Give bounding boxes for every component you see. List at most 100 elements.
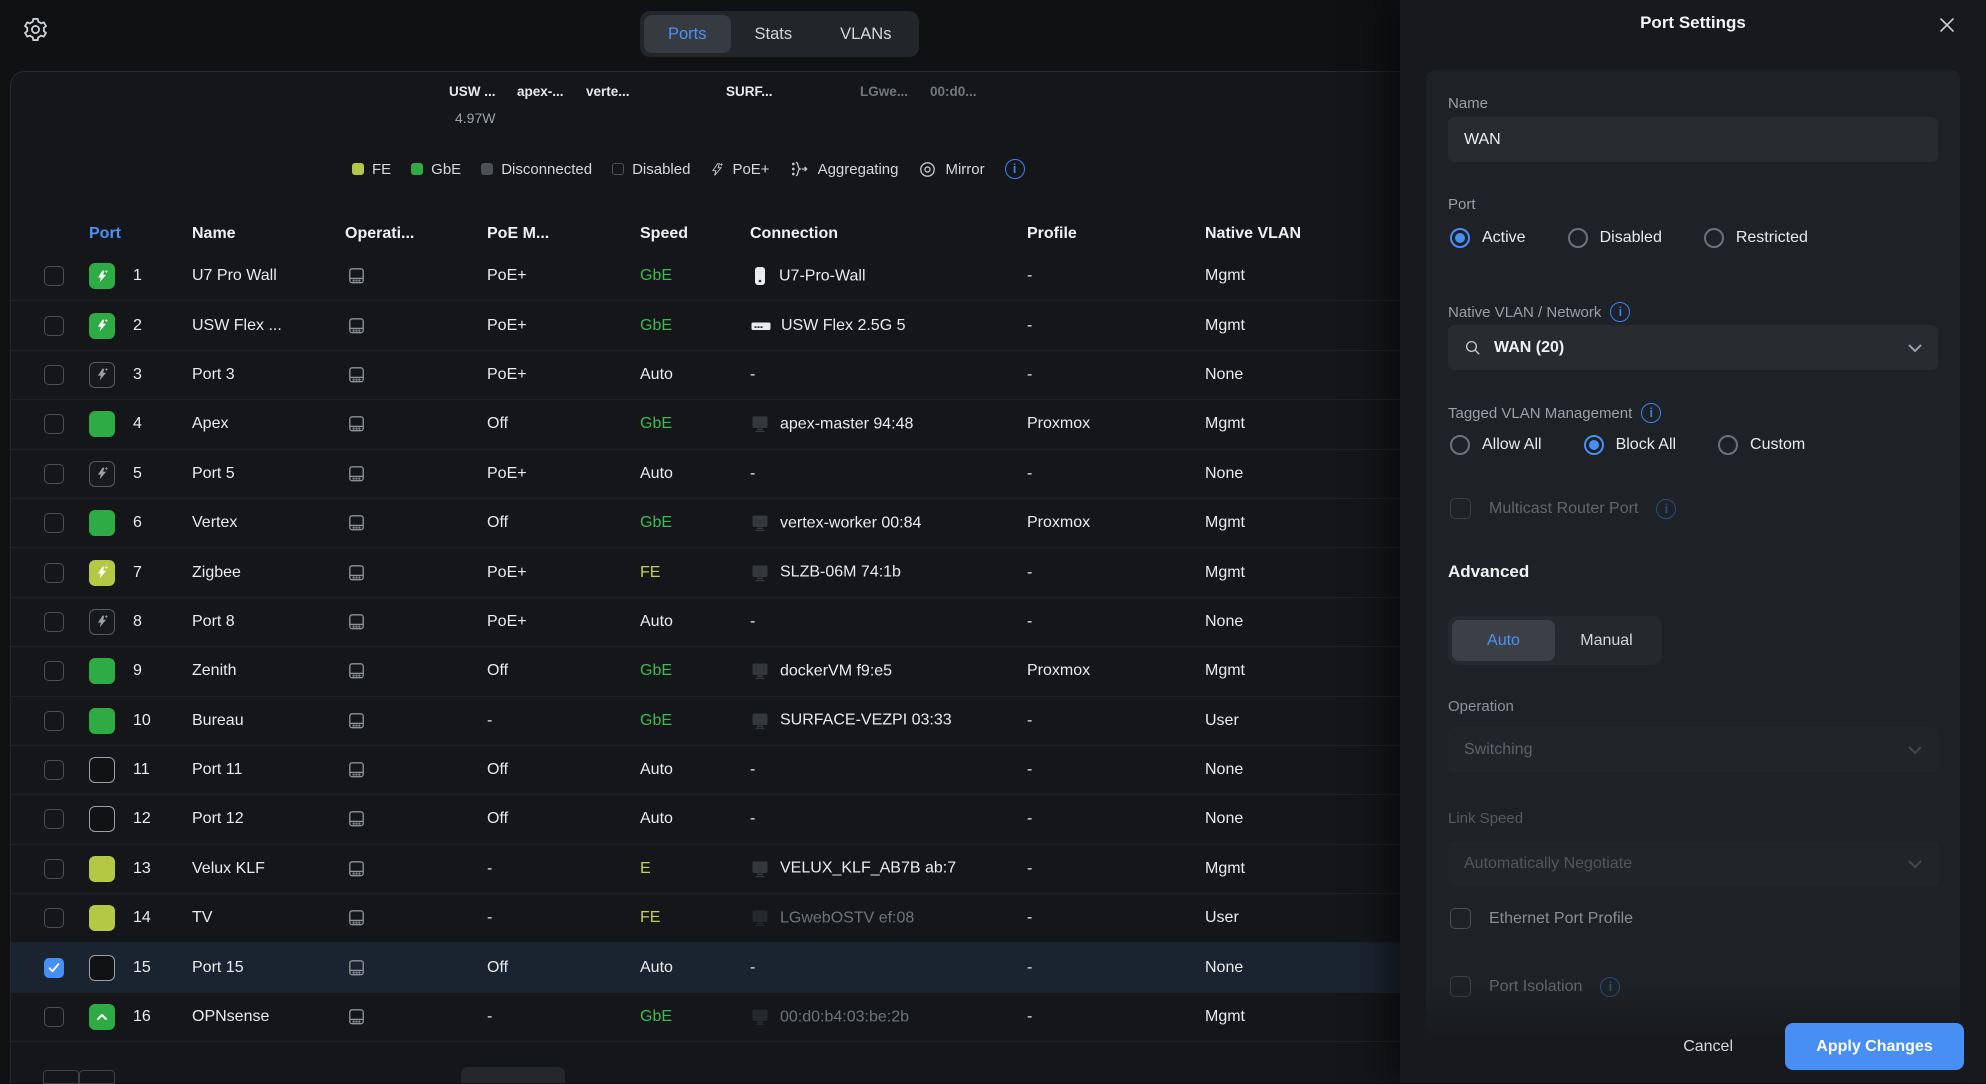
port-state-radio-restricted[interactable]: Restricted	[1704, 228, 1808, 248]
operation-switch-icon	[345, 365, 368, 385]
legend-item-fe: FE	[352, 161, 391, 178]
operation-switch-icon	[345, 809, 368, 829]
profile-cell: -	[1027, 909, 1032, 927]
speed-cell: Auto	[640, 959, 673, 977]
native-vlan-select[interactable]: WAN (20)	[1448, 325, 1938, 370]
poe-mode-cell: PoE+	[487, 317, 527, 335]
native-vlan-cell: Mgmt	[1205, 860, 1245, 878]
port-name-cell: USW Flex ...	[192, 317, 282, 335]
connection-cell: -	[750, 810, 755, 828]
client-device-icon	[750, 909, 771, 928]
radio-circle	[1584, 435, 1604, 455]
row-checkbox[interactable]	[44, 266, 64, 286]
cancel-button[interactable]: Cancel	[1677, 1037, 1739, 1057]
tab-ports[interactable]: Ports	[644, 15, 731, 53]
radio-circle	[1718, 435, 1738, 455]
profile-cell: -	[1027, 465, 1032, 483]
tagged-vlan-radio-block-all[interactable]: Block All	[1584, 435, 1676, 455]
port-number-cell: 14	[133, 909, 151, 927]
link-speed-select[interactable]: Automatically Negotiate	[1448, 841, 1938, 886]
ethernet-port-profile-checkbox[interactable]: Ethernet Port Profile	[1450, 908, 1633, 929]
view-tabs: PortsStatsVLANs	[640, 11, 919, 57]
port-name-cell: Port 11	[192, 761, 242, 779]
connection-name: apex-master 94:48	[780, 415, 913, 433]
row-checkbox[interactable]	[44, 661, 64, 681]
row-checkbox[interactable]	[44, 513, 64, 533]
connection-name: SURFACE-VEZPI 03:33	[780, 712, 952, 730]
connection-name: vertex-worker 00:84	[780, 514, 921, 532]
port-number-cell: 15	[133, 959, 151, 977]
native-vlan-cell: User	[1205, 712, 1239, 730]
port-number-cell: 12	[133, 810, 151, 828]
connection-cell: SURFACE-VEZPI 03:33	[750, 711, 952, 730]
port-name-cell: Apex	[192, 415, 228, 433]
column-header-port[interactable]: Port	[89, 225, 121, 243]
pager-prev-button[interactable]	[43, 1070, 79, 1084]
row-checkbox[interactable]	[44, 1007, 64, 1027]
close-icon[interactable]	[1934, 12, 1960, 38]
speed-cell: E	[640, 860, 651, 878]
operation-select[interactable]: Switching	[1448, 727, 1938, 772]
radio-label: Active	[1482, 229, 1526, 247]
tagged-vlan-radio-allow-all[interactable]: Allow All	[1450, 435, 1542, 455]
legend-item-mirror: Mirror	[918, 160, 984, 179]
port-state-radio-disabled[interactable]: Disabled	[1568, 228, 1662, 248]
advanced-mode-auto[interactable]: Auto	[1452, 620, 1555, 661]
row-checkbox[interactable]	[44, 958, 64, 978]
connection-name: -	[750, 366, 755, 384]
row-checkbox[interactable]	[44, 859, 64, 879]
advanced-mode-manual[interactable]: Manual	[1555, 620, 1658, 661]
connection-name: -	[750, 761, 755, 779]
row-checkbox[interactable]	[44, 711, 64, 731]
info-icon[interactable]: i	[1610, 302, 1630, 322]
row-checkbox[interactable]	[44, 414, 64, 434]
pager-next-button[interactable]	[79, 1070, 115, 1084]
tagged-vlan-radio-custom[interactable]: Custom	[1718, 435, 1805, 455]
row-checkbox[interactable]	[44, 809, 64, 829]
port-column-label: SURF...	[726, 84, 773, 99]
legend-swatch	[411, 163, 423, 175]
operation-switch-icon	[345, 760, 368, 780]
client-device-icon	[750, 711, 771, 730]
port-state-label: Port	[1448, 196, 1476, 213]
row-checkbox[interactable]	[44, 365, 64, 385]
access-point-icon	[750, 266, 770, 287]
client-device-icon	[750, 1008, 771, 1027]
legend-label: Mirror	[945, 161, 984, 178]
port-number-cell: 9	[133, 662, 142, 680]
port-status-icon	[89, 905, 115, 931]
port-number-cell: 1	[133, 267, 142, 285]
connection-cell: 00:d0:b4:03:be:2b	[750, 1008, 909, 1027]
row-checkbox[interactable]	[44, 760, 64, 780]
operation-label: Operation	[1448, 698, 1514, 715]
multicast-router-port-checkbox[interactable]: Multicast Router Port i	[1450, 498, 1676, 519]
row-checkbox[interactable]	[44, 464, 64, 484]
port-column-label: LGwe...	[860, 84, 908, 99]
pager-info-pill[interactable]	[461, 1067, 565, 1083]
apply-changes-button[interactable]: Apply Changes	[1785, 1023, 1964, 1070]
port-name-cell: Velux KLF	[192, 860, 265, 878]
row-checkbox[interactable]	[44, 908, 64, 928]
port-state-radio-group: Active Disabled Restricted	[1450, 228, 1808, 248]
tab-stats[interactable]: Stats	[731, 15, 817, 53]
info-icon[interactable]: i	[1005, 159, 1025, 179]
settings-gear-icon[interactable]	[20, 14, 50, 44]
port-name-cell: Vertex	[192, 514, 237, 532]
speed-cell: Auto	[640, 810, 673, 828]
row-checkbox[interactable]	[44, 316, 64, 336]
port-number-cell: 13	[133, 860, 151, 878]
port-state-radio-active[interactable]: Active	[1450, 228, 1526, 248]
column-header-native-vlan: Native VLAN	[1205, 225, 1301, 243]
row-checkbox[interactable]	[44, 612, 64, 632]
row-checkbox[interactable]	[44, 563, 64, 583]
aggregating-icon	[790, 159, 810, 179]
tab-vlans[interactable]: VLANs	[816, 15, 915, 53]
native-vlan-cell: Mgmt	[1205, 662, 1245, 680]
chevron-down-icon	[1908, 344, 1922, 352]
info-icon[interactable]: i	[1656, 499, 1676, 519]
native-vlan-cell: Mgmt	[1205, 267, 1245, 285]
profile-cell: -	[1027, 613, 1032, 631]
port-column-label: verte...	[586, 84, 630, 99]
info-icon[interactable]: i	[1641, 403, 1661, 423]
name-input[interactable]: WAN	[1448, 117, 1938, 162]
